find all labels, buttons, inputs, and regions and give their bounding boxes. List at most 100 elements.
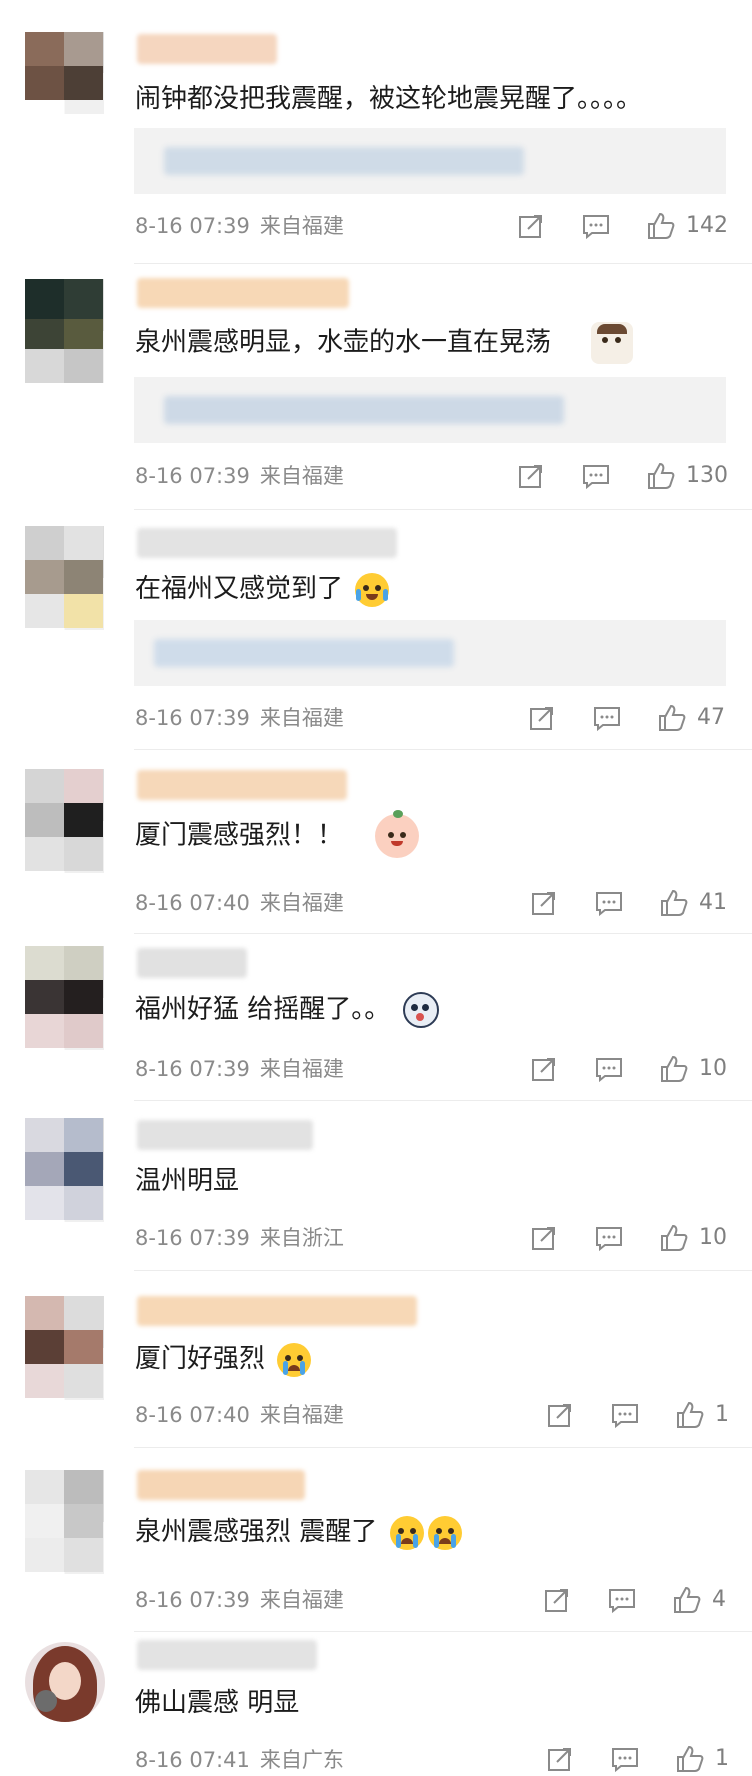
share-icon[interactable] bbox=[527, 886, 561, 920]
share-icon[interactable] bbox=[527, 1052, 561, 1086]
avatar[interactable] bbox=[25, 279, 104, 383]
divider bbox=[134, 1100, 752, 1101]
share-icon[interactable] bbox=[514, 209, 548, 243]
like-count: 4 bbox=[712, 1587, 726, 1612]
username-blurred[interactable] bbox=[137, 770, 347, 800]
comment-actions: 1 bbox=[543, 1742, 748, 1776]
thumbs-up-icon[interactable] bbox=[673, 1398, 707, 1432]
comment-meta: 8-16 07:39 来自福建 bbox=[135, 462, 344, 490]
thumbs-up-icon[interactable] bbox=[657, 1052, 691, 1086]
laugh-cry-emoji bbox=[355, 572, 390, 607]
thumbs-up-icon[interactable] bbox=[657, 886, 691, 920]
crying-emoji bbox=[427, 1515, 462, 1550]
comment-meta: 8-16 07:41 来自广东 bbox=[135, 1746, 344, 1774]
avatar[interactable] bbox=[25, 1118, 104, 1222]
username-blurred[interactable] bbox=[137, 1640, 317, 1670]
comment-date: 8-16 07:39 bbox=[135, 706, 250, 730]
reply-preview[interactable] bbox=[134, 620, 726, 686]
like-count: 142 bbox=[686, 213, 728, 238]
cat-sticker bbox=[591, 322, 634, 364]
comment-text: 温州明显 bbox=[135, 1166, 240, 1196]
reply-preview[interactable] bbox=[134, 377, 726, 443]
comment-location: 来自福建 bbox=[259, 1403, 344, 1427]
comment-date: 8-16 07:39 bbox=[135, 1226, 250, 1250]
share-icon[interactable] bbox=[527, 1221, 561, 1255]
like-count: 1 bbox=[715, 1746, 729, 1771]
comment-text: 在福州又感觉到了 bbox=[135, 572, 390, 607]
comment-date: 8-16 07:41 bbox=[135, 1748, 250, 1772]
comment-actions: 1 bbox=[543, 1398, 748, 1432]
comment-icon[interactable] bbox=[579, 459, 613, 493]
comment-actions: 41 bbox=[527, 886, 747, 920]
share-icon[interactable] bbox=[543, 1398, 577, 1432]
username-blurred[interactable] bbox=[137, 528, 397, 558]
avatar[interactable] bbox=[25, 32, 104, 114]
comment-icon[interactable] bbox=[605, 1583, 639, 1617]
comment-location: 来自福建 bbox=[259, 214, 344, 238]
comment-actions: 142 bbox=[514, 209, 744, 243]
comment-actions: 130 bbox=[514, 459, 744, 493]
comment-text: 福州好猛 给摇醒了。。 bbox=[135, 992, 439, 1028]
comment-icon[interactable] bbox=[592, 886, 626, 920]
comment-date: 8-16 07:39 bbox=[135, 1057, 250, 1081]
like-count: 10 bbox=[699, 1225, 727, 1250]
thumbs-up-icon[interactable] bbox=[657, 1221, 691, 1255]
avatar[interactable] bbox=[25, 769, 104, 873]
comment-location: 来自福建 bbox=[259, 891, 344, 915]
like-count: 1 bbox=[715, 1402, 729, 1427]
avatar[interactable] bbox=[25, 526, 104, 630]
comment-location: 来自福建 bbox=[259, 464, 344, 488]
username-blurred[interactable] bbox=[137, 1296, 417, 1326]
thumbs-up-icon[interactable] bbox=[670, 1583, 704, 1617]
comment-actions: 4 bbox=[540, 1583, 748, 1617]
comment-date: 8-16 07:39 bbox=[135, 1588, 250, 1612]
like-count: 47 bbox=[697, 705, 725, 730]
share-icon[interactable] bbox=[540, 1583, 574, 1617]
like-count: 130 bbox=[686, 463, 728, 488]
like-count: 41 bbox=[699, 890, 727, 915]
comment-meta: 8-16 07:40 来自福建 bbox=[135, 1401, 344, 1429]
like-count: 10 bbox=[699, 1056, 727, 1081]
thumbs-up-icon[interactable] bbox=[644, 459, 678, 493]
username-blurred[interactable] bbox=[137, 34, 277, 64]
comment-icon[interactable] bbox=[590, 701, 624, 735]
avatar[interactable] bbox=[25, 1642, 105, 1722]
comment-date: 8-16 07:39 bbox=[135, 214, 250, 238]
reply-preview[interactable] bbox=[134, 128, 726, 194]
divider bbox=[134, 263, 752, 264]
username-blurred[interactable] bbox=[137, 278, 349, 308]
comment-icon[interactable] bbox=[608, 1398, 642, 1432]
avatar[interactable] bbox=[25, 1296, 104, 1400]
comment-icon[interactable] bbox=[579, 209, 613, 243]
comment-actions: 47 bbox=[525, 701, 745, 735]
avatar[interactable] bbox=[25, 946, 104, 1050]
thumbs-up-icon[interactable] bbox=[644, 209, 678, 243]
share-icon[interactable] bbox=[525, 701, 559, 735]
comment-actions: 10 bbox=[527, 1221, 747, 1255]
comment-meta: 8-16 07:39 来自福建 bbox=[135, 1586, 344, 1614]
thumbs-up-icon[interactable] bbox=[655, 701, 689, 735]
comment-icon[interactable] bbox=[608, 1742, 642, 1776]
divider bbox=[134, 509, 752, 510]
comment-location: 来自福建 bbox=[259, 1588, 344, 1612]
username-blurred[interactable] bbox=[137, 1120, 313, 1150]
comment-date: 8-16 07:40 bbox=[135, 1403, 250, 1427]
crying-emoji bbox=[277, 1342, 312, 1377]
share-icon[interactable] bbox=[514, 459, 548, 493]
comment-actions: 10 bbox=[527, 1052, 747, 1086]
peach-sticker bbox=[375, 810, 420, 858]
comment-meta: 8-16 07:39 来自福建 bbox=[135, 1055, 344, 1083]
avatar[interactable] bbox=[25, 1470, 104, 1574]
comment-meta: 8-16 07:39 来自福建 bbox=[135, 704, 344, 732]
comment-icon[interactable] bbox=[592, 1221, 626, 1255]
comment-meta: 8-16 07:39 来自浙江 bbox=[135, 1224, 344, 1252]
divider bbox=[134, 749, 752, 750]
username-blurred[interactable] bbox=[137, 948, 247, 978]
comment-icon[interactable] bbox=[592, 1052, 626, 1086]
share-icon[interactable] bbox=[543, 1742, 577, 1776]
comment-meta: 8-16 07:39 来自福建 bbox=[135, 212, 344, 240]
thumbs-up-icon[interactable] bbox=[673, 1742, 707, 1776]
comment-text: 泉州震感明显，水壶的水一直在晃荡 bbox=[135, 322, 634, 364]
username-blurred[interactable] bbox=[137, 1470, 305, 1500]
comment-text: 厦门震感强烈！！ bbox=[135, 810, 420, 858]
